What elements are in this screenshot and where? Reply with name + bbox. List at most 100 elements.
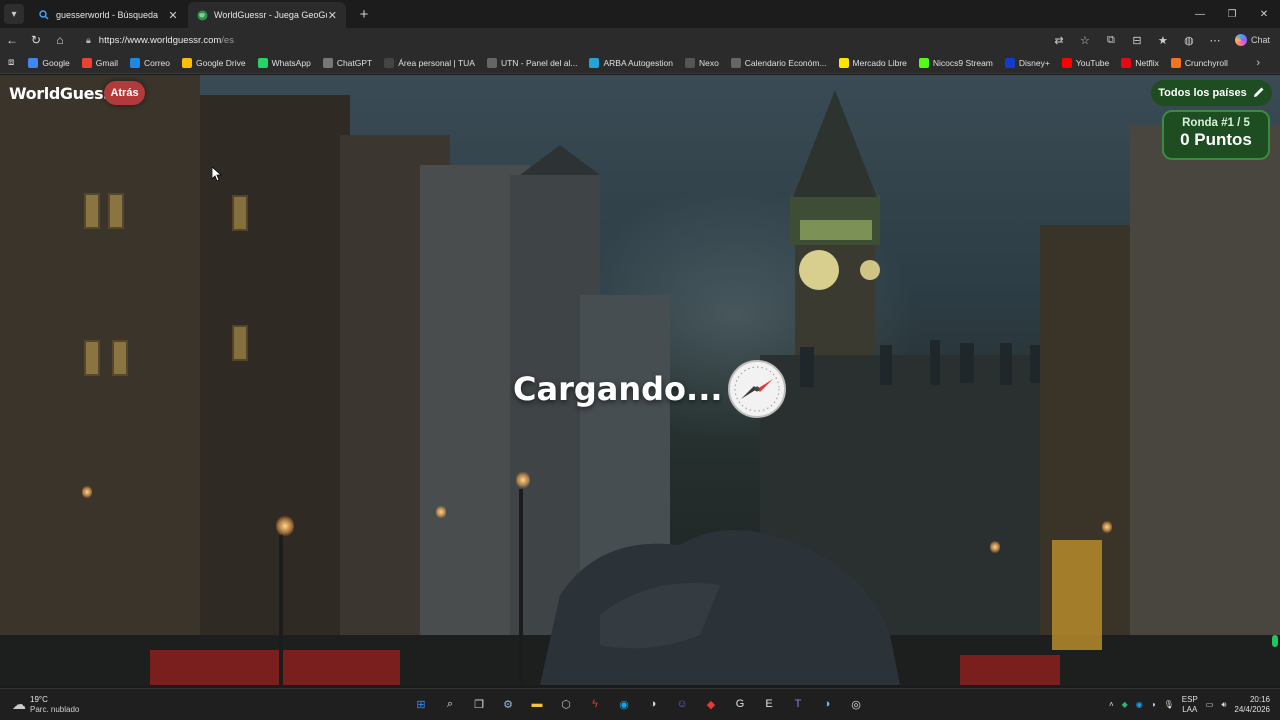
translate-icon[interactable]: ⇄ (1049, 34, 1069, 47)
teams-icon[interactable]: T (787, 693, 809, 715)
steam-alt-icon[interactable]: ◑ (816, 693, 838, 715)
collections-icon[interactable]: ⧈ (8, 57, 14, 68)
bookmark-label: Crunchyroll (1184, 57, 1228, 68)
g-app-icon[interactable]: G (729, 693, 751, 715)
red-app-icon[interactable]: ◆ (700, 693, 722, 715)
favorites-icon[interactable]: ★ (1153, 34, 1173, 47)
globe-icon (486, 57, 497, 68)
windows-taskbar: ☁ 19°C Parc. nublado ⊞ ⌕ ❐ ⚙ ▬ ⬡ ϟ ◉ ◑ ☺ ◆ G E T ◑ ◎ ˄ … (0, 688, 1280, 720)
keyboard-layout: LAA (1182, 704, 1198, 714)
mouse-cursor-icon (212, 167, 222, 181)
pencil-icon (1253, 86, 1265, 101)
tray-edge-icon[interactable]: ◉ (1136, 700, 1143, 709)
tray-overflow-chevron-icon[interactable]: ˄ (1109, 700, 1114, 709)
tab-list-chevron-icon[interactable]: ▾ (4, 4, 24, 24)
clock[interactable]: 20:16 24/4/2026 (1234, 695, 1270, 715)
lamp-post (519, 489, 523, 685)
tab-search[interactable]: guesserworld - Búsqueda ✕ (30, 2, 188, 28)
network-icon[interactable]: ▭ (1206, 700, 1214, 709)
bookmark-item[interactable]: Nexo (684, 57, 719, 68)
bookmark-item[interactable]: WhatsApp (257, 57, 311, 68)
weather-widget[interactable]: ☁ 19°C Parc. nublado (12, 695, 79, 715)
close-tab-icon[interactable]: ✕ (327, 9, 338, 22)
taskbar-apps: ⊞ ⌕ ❐ ⚙ ▬ ⬡ ϟ ◉ ◑ ☺ ◆ G E T ◑ ◎ (410, 693, 867, 715)
minimize-icon[interactable]: — (1184, 0, 1216, 28)
more-menu-icon[interactable]: ⋯ (1205, 34, 1225, 47)
maximize-icon[interactable]: ❐ (1216, 0, 1248, 28)
bookmark-item[interactable]: Nicocs9 Stream (918, 57, 993, 68)
tab-worldguessr[interactable]: WorldGuessr - Juega GeoGuessr g ✕ (188, 2, 346, 28)
close-tab-icon[interactable]: ✕ (166, 9, 180, 22)
bookmark-label: ARBA Autogestion (603, 57, 673, 68)
task-view-icon[interactable]: ❐ (468, 693, 490, 715)
bookmark-label: Correo (144, 57, 170, 68)
bookmarks-bar: ⧈ Google Gmail Correo Google Drive WhatsApp C… (0, 52, 1280, 74)
worldguessr-page: WorldGuessr Atrás Todos los países Ronda… (0, 75, 1280, 685)
bookmark-item[interactable]: Disney+ (1004, 57, 1050, 68)
bookmark-item[interactable]: UTN - Panel del al... (486, 57, 577, 68)
bookmark-label: Nicocs9 Stream (932, 57, 993, 68)
window-controls: — ❐ ✕ (1184, 0, 1280, 28)
discord-icon[interactable]: ☺ (671, 693, 693, 715)
input-language[interactable]: ESP LAA (1182, 695, 1198, 715)
home-icon[interactable]: ⌂ (48, 33, 72, 47)
netflix-icon (1121, 57, 1132, 68)
bookmark-item[interactable]: Netflix (1121, 57, 1159, 68)
bookmark-label: Área personal | TUA (398, 57, 475, 68)
side-indicator (1272, 635, 1278, 647)
loading-indicator: Cargando... (513, 359, 787, 419)
bookmark-label: Google Drive (195, 57, 246, 68)
bookmark-item[interactable]: ChatGPT (322, 57, 372, 68)
all-countries-button[interactable]: Todos los países (1151, 80, 1272, 106)
file-explorer-icon[interactable]: ▬ (526, 693, 548, 715)
chrome-icon[interactable]: ◎ (845, 693, 867, 715)
bookmark-label: Disney+ (1018, 57, 1050, 68)
edge-icon[interactable]: ◉ (613, 693, 635, 715)
epic-games-icon[interactable]: E (758, 693, 780, 715)
address-bar[interactable]: 🔒︎ https://www.worldguessr.com/es (78, 30, 978, 50)
volume-icon[interactable]: 🔊︎ (1221, 700, 1226, 710)
arba-icon (589, 57, 600, 68)
search-icon[interactable]: ⌕ (439, 693, 461, 715)
drive-icon (181, 57, 192, 68)
microphone-icon[interactable]: 🎙︎ (1164, 700, 1174, 709)
lock-icon[interactable]: 🔒︎ (86, 35, 91, 46)
split-screen-icon[interactable]: ⊟ (1127, 34, 1147, 47)
points-display: 0 Puntos (1180, 130, 1252, 149)
bookmark-item[interactable]: YouTube (1061, 57, 1109, 68)
new-tab-button[interactable]: + (354, 6, 374, 23)
street-lamp (1102, 520, 1112, 534)
street-lamp (276, 515, 294, 537)
bookmark-item[interactable]: Correo (130, 57, 170, 68)
tray-app-icon[interactable]: ◆ (1122, 700, 1128, 709)
bookmark-label: Netflix (1135, 57, 1159, 68)
bookmark-item[interactable]: Gmail (81, 57, 118, 68)
bookmark-item[interactable]: Crunchyroll (1170, 57, 1228, 68)
back-arrow-icon[interactable]: ← (0, 33, 24, 47)
bookmark-item[interactable]: Mercado Libre (838, 57, 907, 68)
refresh-icon[interactable]: ↻ (24, 33, 48, 47)
flash-app-icon[interactable]: ϟ (584, 693, 606, 715)
settings-icon[interactable]: ⚙ (497, 693, 519, 715)
bookmark-item[interactable]: Google (28, 57, 70, 68)
app-icon[interactable]: ⬡ (555, 693, 577, 715)
profile-avatar-icon[interactable]: ◍ (1179, 34, 1199, 47)
windows-start-icon[interactable]: ⊞ (410, 693, 432, 715)
toolbar-actions: ⇄ ☆ ⧉ ⊟ ★ ◍ ⋯ Chat (1049, 34, 1280, 47)
bookmarks-overflow-chevron-icon[interactable]: › (1256, 57, 1260, 69)
steam-icon[interactable]: ◑ (642, 693, 664, 715)
mail-icon (130, 57, 140, 68)
tray-steam-icon[interactable]: ◑ (1151, 700, 1156, 709)
tab-title: WorldGuessr - Juega GeoGuessr g (214, 10, 327, 20)
bookmark-item[interactable]: ARBA Autogestion (589, 57, 673, 68)
bookmark-item[interactable]: Google Drive (181, 57, 246, 68)
round-score-card: Ronda #1 / 5 0 Puntos (1162, 110, 1270, 160)
back-button[interactable]: Atrás (104, 81, 145, 105)
extensions-icon[interactable]: ⧉ (1101, 34, 1121, 47)
close-window-icon[interactable]: ✕ (1248, 0, 1280, 28)
copilot-chat-button[interactable]: Chat (1231, 34, 1274, 46)
bookmark-item[interactable]: Calendario Económ... (730, 57, 827, 68)
bookmark-item[interactable]: Área personal | TUA (384, 57, 475, 68)
favorite-star-icon[interactable]: ☆ (1075, 34, 1095, 47)
chat-label: Chat (1250, 35, 1270, 45)
